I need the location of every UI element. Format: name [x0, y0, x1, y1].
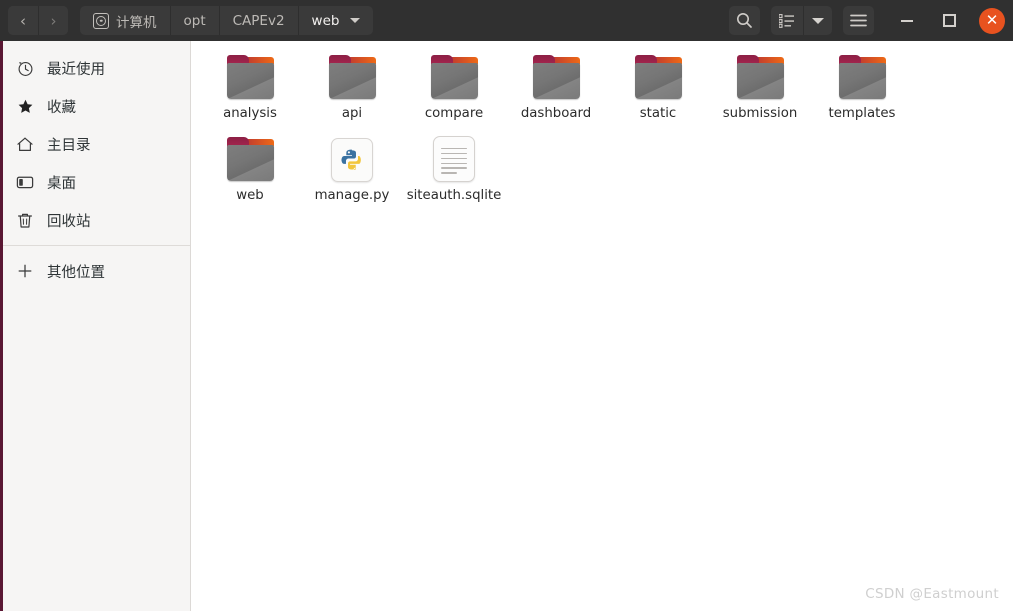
file-name: dashboard — [520, 106, 592, 121]
breadcrumb-item-capev2[interactable]: CAPEv2 — [218, 6, 298, 35]
breadcrumb-label: 计算机 — [116, 14, 157, 31]
icon-slot — [224, 52, 276, 100]
icon-grid: analysis api compare dashboard static su… — [191, 41, 1013, 210]
breadcrumb-label: CAPEv2 — [232, 12, 285, 29]
file-item[interactable]: manage.py — [301, 129, 403, 211]
file-item[interactable]: siteauth.sqlite — [403, 129, 505, 211]
close-button[interactable]: ✕ — [979, 7, 1005, 34]
python-file-icon — [331, 137, 373, 182]
sidebar-item-label: 最近使用 — [47, 61, 105, 78]
file-item[interactable]: static — [607, 47, 709, 129]
icon-slot — [428, 52, 480, 100]
sidebar-item-label: 回收站 — [47, 213, 91, 230]
file-name: analysis — [223, 106, 277, 121]
icon-slot — [326, 134, 378, 182]
file-name: compare — [424, 106, 484, 121]
breadcrumb-label: opt — [183, 12, 206, 29]
breadcrumb-item-web[interactable]: web — [297, 6, 374, 35]
sidebar-divider — [0, 245, 190, 246]
file-name: static — [639, 106, 677, 121]
breadcrumb-item-opt[interactable]: opt — [169, 6, 219, 35]
breadcrumb-label: web — [311, 12, 340, 29]
file-name: api — [341, 106, 363, 121]
view-controls — [771, 6, 832, 35]
clock-icon — [16, 59, 34, 77]
icon-slot — [224, 134, 276, 182]
star-icon — [16, 97, 34, 115]
header-right-group: ✕ — [729, 6, 1005, 35]
file-manager-window: ‹ › 计算机 opt CAPEv2 web ✕ 最近使用 收藏 主目录 桌面 … — [0, 0, 1013, 611]
file-name: templates — [828, 106, 896, 121]
desktop-icon — [16, 173, 34, 191]
plus-icon — [16, 262, 34, 280]
icon-slot — [632, 52, 684, 100]
file-item[interactable]: compare — [403, 47, 505, 129]
sidebar-item-home[interactable]: 主目录 — [0, 125, 190, 163]
window-body: 最近使用 收藏 主目录 桌面 回收站 其他位置 analysis api com… — [0, 41, 1013, 611]
chevron-down-icon — [812, 17, 824, 24]
sidebar-item-desktop[interactable]: 桌面 — [0, 163, 190, 201]
icon-slot — [326, 52, 378, 100]
file-name: siteauth.sqlite — [406, 187, 502, 203]
sidebar-item-label: 其他位置 — [47, 264, 105, 281]
breadcrumb-item-computer[interactable]: 计算机 — [80, 6, 170, 35]
search-icon — [737, 13, 752, 28]
file-item[interactable]: dashboard — [505, 47, 607, 129]
sidebar-item-recent[interactable]: 最近使用 — [0, 49, 190, 87]
folder-icon — [226, 136, 275, 182]
file-name: submission — [722, 106, 798, 121]
sidebar-item-other-locations[interactable]: 其他位置 — [0, 252, 190, 290]
disk-icon — [93, 12, 109, 29]
sidebar: 最近使用 收藏 主目录 桌面 回收站 其他位置 — [0, 41, 191, 611]
trash-icon — [16, 211, 34, 229]
forward-button[interactable]: › — [38, 6, 68, 35]
document-file-icon — [433, 135, 475, 182]
chevron-down-icon — [350, 18, 361, 23]
sidebar-item-label: 主目录 — [47, 137, 91, 154]
icon-slot — [530, 52, 582, 100]
file-item[interactable]: templates — [811, 47, 913, 129]
header-left-group: ‹ › 计算机 opt CAPEv2 web — [8, 6, 374, 35]
file-name: web — [236, 187, 264, 203]
folder-icon — [328, 55, 377, 100]
folder-icon — [226, 55, 275, 100]
header-bar: ‹ › 计算机 opt CAPEv2 web ✕ — [0, 0, 1013, 41]
sidebar-item-label: 桌面 — [47, 175, 76, 192]
list-view-button[interactable] — [771, 6, 803, 35]
minimize-button[interactable] — [895, 9, 919, 33]
sidebar-item-starred[interactable]: 收藏 — [0, 87, 190, 125]
folder-icon — [634, 55, 683, 100]
file-item[interactable]: submission — [709, 47, 811, 129]
search-button[interactable] — [729, 6, 760, 35]
icon-slot — [836, 52, 888, 100]
maximize-button[interactable] — [937, 9, 961, 33]
navigation-buttons: ‹ › — [8, 6, 68, 35]
back-button[interactable]: ‹ — [8, 6, 38, 35]
icon-slot — [428, 134, 480, 182]
folder-icon — [838, 55, 887, 100]
sidebar-item-label: 收藏 — [47, 99, 76, 116]
breadcrumb: 计算机 opt CAPEv2 web — [80, 6, 374, 35]
folder-icon — [430, 55, 479, 100]
file-list-area[interactable]: analysis api compare dashboard static su… — [191, 41, 1013, 611]
folder-icon — [736, 55, 785, 100]
home-icon — [16, 135, 34, 153]
view-dropdown-button[interactable] — [803, 6, 832, 35]
file-item[interactable]: web — [199, 129, 301, 211]
folder-icon — [532, 55, 581, 100]
main-menu-button[interactable] — [843, 6, 874, 35]
list-view-icon — [779, 13, 794, 28]
file-item[interactable]: api — [301, 47, 403, 129]
icon-slot — [734, 52, 786, 100]
hamburger-menu-icon — [850, 14, 867, 27]
file-name: manage.py — [314, 187, 390, 203]
watermark: CSDN @Eastmount — [865, 586, 999, 602]
sidebar-item-trash[interactable]: 回收站 — [0, 201, 190, 239]
window-controls: ✕ — [895, 7, 1005, 34]
file-item[interactable]: analysis — [199, 47, 301, 129]
